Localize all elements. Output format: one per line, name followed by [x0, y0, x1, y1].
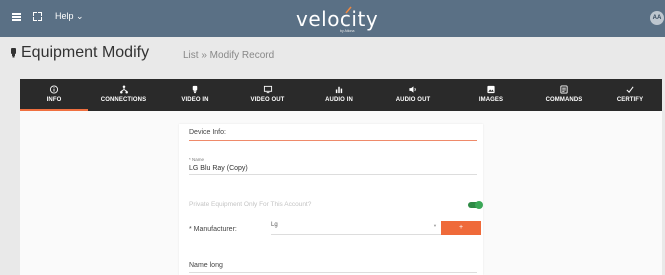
manufacturer-label: * Manufacturer: — [189, 226, 237, 233]
checkmark-icon — [626, 86, 634, 93]
tab-video-in[interactable]: VIDEO IN — [159, 79, 231, 111]
private-equipment-toggle[interactable] — [468, 201, 483, 209]
section-title: Device Info: — [189, 129, 226, 136]
tab-commands[interactable]: COMMANDS — [530, 79, 598, 111]
tab-label: COMMANDS — [545, 97, 583, 103]
video-out-icon — [263, 85, 272, 94]
page-header: Equipment Modify List » Modify Record — [0, 37, 665, 77]
fullscreen-icon[interactable] — [33, 12, 42, 21]
audio-out-icon — [409, 86, 416, 93]
add-manufacturer-button[interactable]: + — [441, 221, 481, 235]
name-field[interactable]: LG Blu Ray (Copy) — [189, 165, 248, 172]
manufacturer-value: Lg — [271, 222, 278, 228]
private-equipment-label: Private Equipment Only For This Account? — [189, 201, 312, 208]
tab-label: INFO — [46, 97, 62, 103]
user-avatar[interactable]: AA — [650, 11, 664, 25]
tab-audio-in[interactable]: AUDIO IN — [304, 79, 374, 111]
tab-video-out[interactable]: VIDEO OUT — [231, 79, 304, 111]
connections-icon — [119, 85, 128, 94]
tab-label: AUDIO OUT — [395, 97, 431, 103]
tab-label: AUDIO IN — [325, 97, 353, 103]
commands-icon — [560, 85, 568, 94]
tab-bar: INFO CONNECTIONS VIDEO IN VIDEO OUT AUDI… — [20, 79, 662, 111]
tab-audio-out[interactable]: AUDIO OUT — [374, 79, 452, 111]
tab-info[interactable]: INFO — [20, 79, 88, 111]
video-in-icon — [192, 85, 198, 94]
help-menu[interactable]: Help ⌄ — [55, 11, 84, 22]
name-long-underline — [189, 272, 477, 273]
section-underline — [189, 140, 477, 141]
breadcrumb[interactable]: List » Modify Record — [183, 50, 274, 61]
top-bar: Help ⌄ velocity by Atlona AA — [0, 0, 665, 37]
app-logo: velocity — [296, 7, 379, 31]
tab-label: VIDEO OUT — [250, 97, 285, 103]
chevron-down-icon: ▼ — [433, 223, 437, 228]
audio-in-icon — [335, 86, 343, 94]
tab-label: CONNECTIONS — [100, 97, 147, 103]
name-label: * Name — [189, 157, 205, 162]
equipment-icon — [11, 48, 16, 58]
name-underline — [189, 174, 477, 175]
tab-connections[interactable]: CONNECTIONS — [88, 79, 159, 111]
menu-icon[interactable] — [12, 13, 21, 21]
device-info-card: Device Info: * Name LG Blu Ray (Copy) Pr… — [179, 124, 483, 275]
images-icon — [487, 85, 495, 94]
manufacturer-select[interactable]: Lg ▼ — [271, 220, 441, 235]
tab-label: IMAGES — [478, 97, 504, 103]
page-title: Equipment Modify — [21, 44, 150, 61]
chevron-down-icon: ⌄ — [76, 11, 84, 21]
tab-images[interactable]: IMAGES — [452, 79, 530, 111]
name-long-label: Name long — [189, 262, 223, 269]
tab-label: CERTIFY — [616, 97, 644, 103]
help-label: Help — [55, 11, 74, 21]
info-icon — [49, 85, 59, 94]
tab-label: VIDEO IN — [181, 97, 209, 103]
logo-subtitle: by Atlona — [340, 29, 355, 33]
tab-certify[interactable]: CERTIFY — [598, 79, 662, 111]
